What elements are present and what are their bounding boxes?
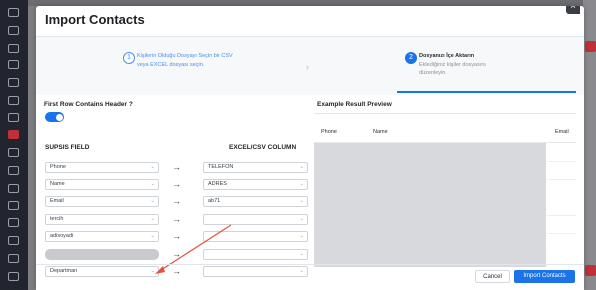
preview-placeholder [314,143,546,267]
badge-icon [585,41,596,52]
divider [547,161,576,162]
modal-title: Import Contacts [45,12,145,27]
close-button[interactable]: × [566,6,580,14]
contacts-icon[interactable] [8,130,19,139]
divider [547,233,576,234]
preview-title: Example Result Preview [317,101,392,108]
divider [547,215,576,216]
import-contacts-button[interactable]: Import Contacts [514,270,575,283]
home-icon[interactable] [8,26,19,35]
preview-header-phone: Phone [321,129,337,135]
step-title: Dosyanızı İçe Aktarın [419,53,475,59]
active-step-indicator [397,91,576,93]
preview-header-name: Name [373,129,388,135]
import-stepper: 1 Kişilerin Olduğu Dosyayı Seçin bir CSV… [36,37,584,95]
chat-icon[interactable] [8,60,19,69]
preview-header-email: Email [555,129,569,135]
lightning-icon[interactable] [8,201,19,210]
inbox-icon[interactable] [8,44,19,53]
calendar-icon[interactable] [8,96,19,105]
step-text: Kişilerin Olduğu Dosyayı Seçin bir CSV v… [137,53,233,68]
preview-table: Phone Name Email [314,121,576,267]
divider [547,179,576,180]
chevron-right-icon: › [306,62,309,72]
cancel-button[interactable]: Cancel [475,270,510,283]
preview-panel: Example Result Preview Phone Name Email [314,98,576,288]
annotation-arrow-icon [155,224,232,274]
logout-icon[interactable] [8,272,19,281]
team-icon[interactable] [8,184,19,193]
step-number: 1 [123,52,135,64]
modal-header: Import Contacts [36,6,584,37]
mail-icon[interactable] [8,78,19,87]
field-mapping-panel: First Row Contains Header ? SUPSIS FIELD… [44,98,312,288]
app-content-edge [583,0,596,290]
divider [314,113,576,114]
integrations-icon[interactable] [8,218,19,227]
report-icon[interactable] [8,113,19,122]
step-text: Dosyanızı İçe Aktarın Eklediğiniz kişile… [419,52,494,78]
app-sidebar [0,0,28,290]
menu-icon[interactable] [8,8,19,17]
step-number: 2 [405,52,417,64]
settings-icon[interactable] [8,236,19,245]
import-contacts-modal: Import Contacts × 1 Kişilerin Olduğu Dos… [36,6,584,290]
step-subtitle: Eklediğiniz kişiler dosyasını düzenleyin… [419,61,486,77]
badge-icon [585,265,596,276]
modal-footer: Cancel Import Contacts [36,264,584,290]
share-icon[interactable] [8,254,19,263]
users-icon[interactable] [8,166,19,175]
list-icon[interactable] [8,148,19,157]
